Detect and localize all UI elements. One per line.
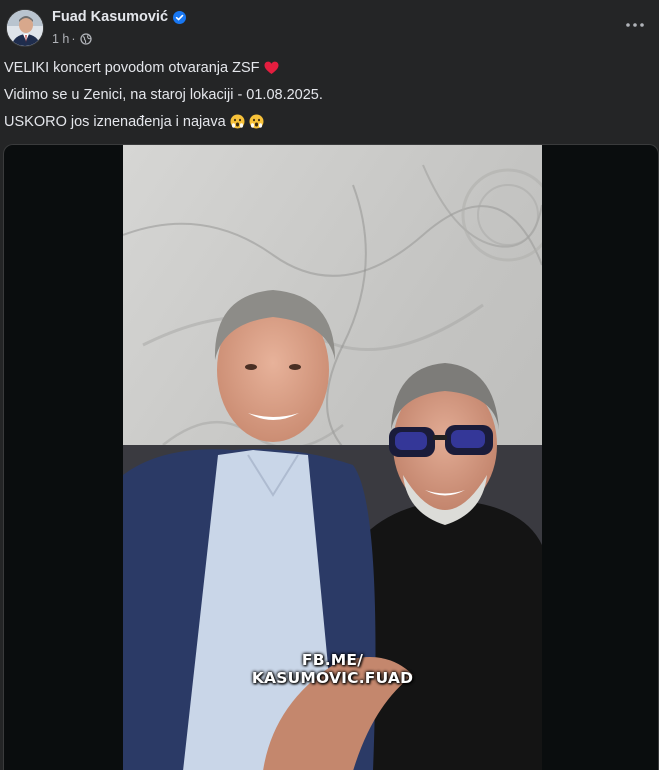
post-media-video[interactable]: FB.ME/ KASUMOVIC.FUAD (3, 144, 659, 770)
verified-badge-icon (173, 10, 187, 24)
astonished-face-emoji (230, 114, 245, 129)
author-name[interactable]: Fuad Kasumović (52, 9, 168, 25)
post-text-line-1: VELIKI koncert povodom otvaranja ZSF (4, 60, 644, 87)
more-options-icon[interactable] (623, 16, 647, 34)
watermark-line-1: FB.ME/ (301, 651, 364, 669)
meta-separator: · (71, 32, 76, 46)
astonished-face-emoji (249, 114, 264, 129)
post-text: VELIKI koncert povodom otvaranja ZSF Vid… (4, 60, 644, 141)
post-timestamp[interactable]: 1 h (52, 32, 69, 46)
post-meta: 1 h · (52, 32, 92, 46)
post-text-line-2-text: Vidimo se u Zenici, na staroj lokaciji -… (4, 87, 323, 103)
heart-emoji (264, 61, 279, 75)
post-text-line-3-text: USKORO jos iznenađenja i najava (4, 114, 226, 130)
post-header: Fuad Kasumović 1 h · (0, 0, 659, 56)
post-photo: FB.ME/ KASUMOVIC.FUAD (123, 145, 542, 770)
watermark-line-2: KASUMOVIC.FUAD (251, 669, 414, 687)
author-name-row[interactable]: Fuad Kasumović (52, 9, 187, 25)
photo-watermark: FB.ME/ KASUMOVIC.FUAD (123, 651, 542, 687)
facebook-post: Fuad Kasumović 1 h · VELIKI koncert povo… (0, 0, 659, 770)
globe-icon[interactable] (79, 33, 92, 45)
post-text-line-2: Vidimo se u Zenici, na staroj lokaciji -… (4, 87, 644, 114)
post-text-line-3: USKORO jos iznenađenja i najava (4, 114, 644, 141)
post-text-line-1-text: VELIKI koncert povodom otvaranja ZSF (4, 60, 260, 76)
author-avatar[interactable] (6, 9, 44, 47)
